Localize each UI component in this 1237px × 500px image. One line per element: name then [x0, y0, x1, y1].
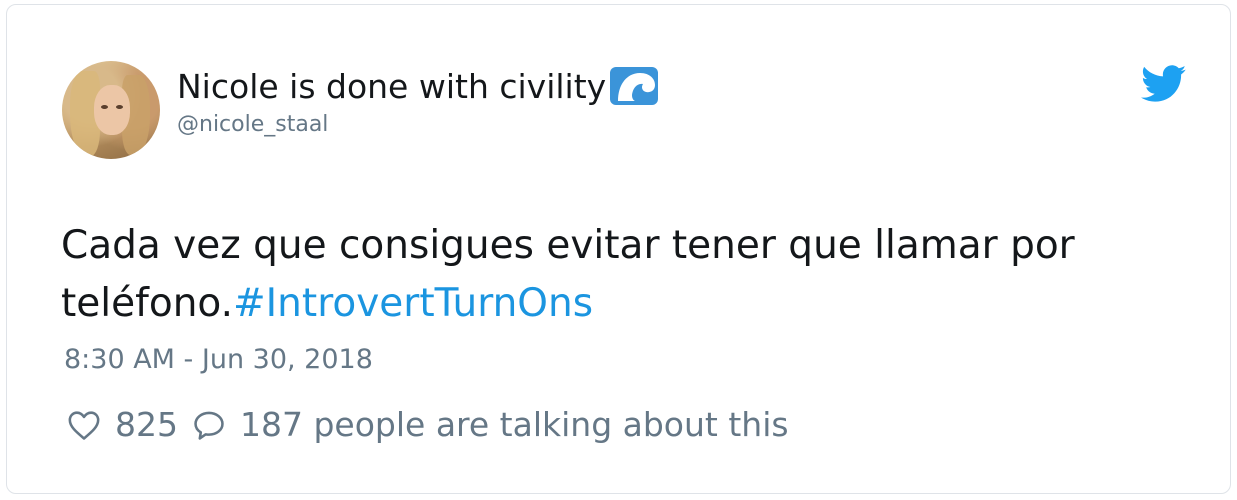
like-count: 825	[115, 405, 178, 444]
heart-icon	[68, 410, 100, 440]
tweet-text: Cada vez que consigues evitar tener que …	[61, 217, 1201, 333]
twitter-bird-icon[interactable]	[1141, 65, 1187, 103]
hashtag-link[interactable]: #IntrovertTurnOns	[233, 281, 593, 326]
wave-icon	[610, 67, 659, 105]
reply-button[interactable]: 187 people are talking about this	[192, 405, 789, 444]
display-name[interactable]: Nicole is done with civility	[177, 65, 660, 107]
user-handle[interactable]: @nicole_staal	[177, 112, 328, 137]
tweet-card[interactable]: Nicole is done with civility @nicole_sta…	[6, 4, 1231, 494]
avatar[interactable]	[62, 61, 160, 159]
speech-bubble-icon	[194, 411, 224, 440]
display-name-text[interactable]: Nicole is done with civility	[177, 67, 606, 106]
replies-text: 187 people are talking about this	[240, 405, 789, 444]
timestamp[interactable]: 8:30 AM - Jun 30, 2018	[64, 344, 373, 375]
like-button[interactable]: 825	[67, 405, 178, 444]
tweet-actions: 825 187 people are talking about this	[67, 405, 789, 444]
